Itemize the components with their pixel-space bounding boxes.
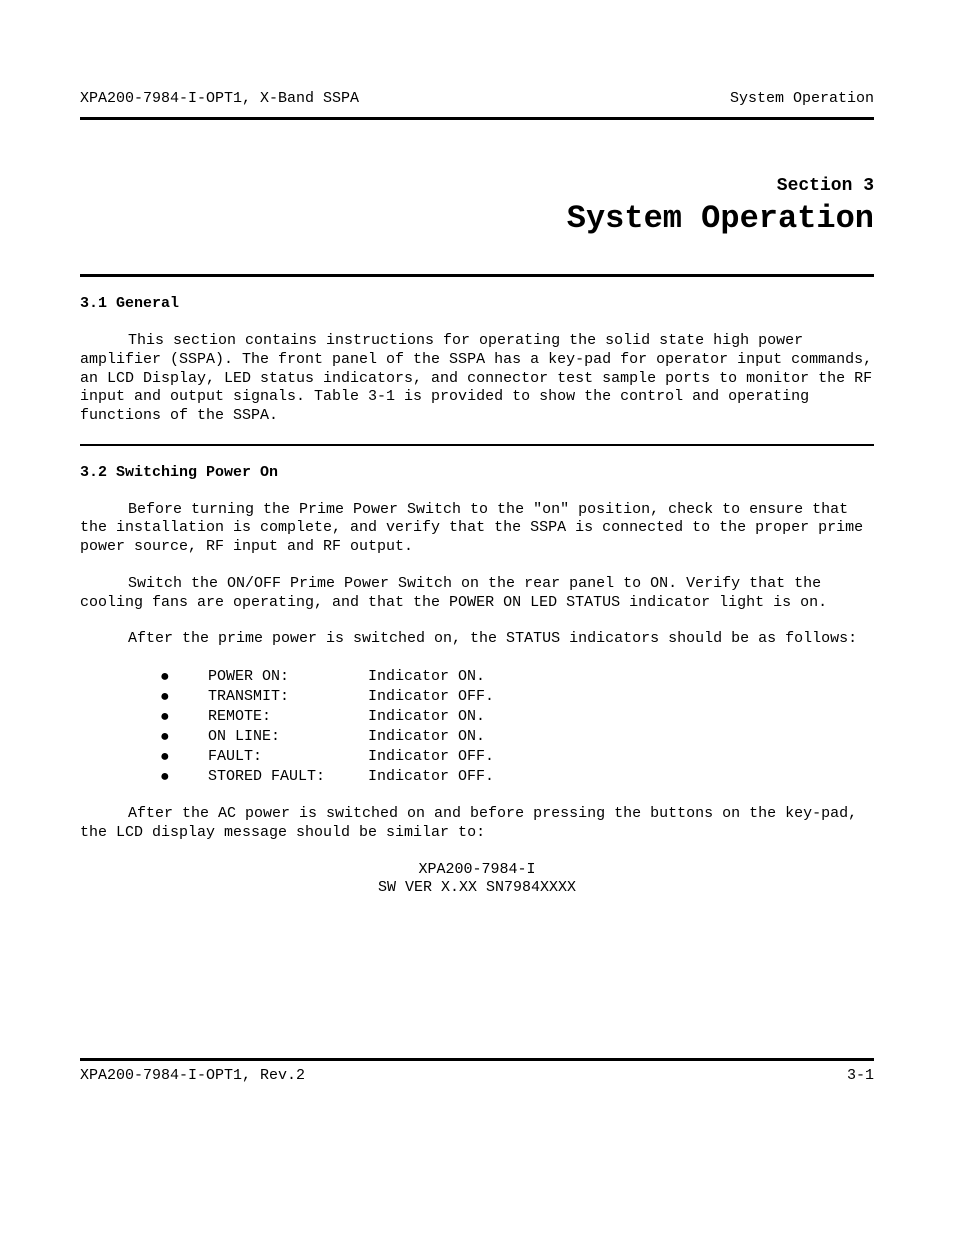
header-right: System Operation: [730, 90, 874, 109]
para-3-1-1: This section contains instructions for o…: [80, 332, 874, 426]
para-3-2-2: Switch the ON/OFF Prime Power Switch on …: [80, 575, 874, 613]
indicator-value: Indicator OFF.: [368, 768, 494, 787]
indicator-label: TRANSMIT:: [208, 688, 368, 707]
indicator-label: ON LINE:: [208, 728, 368, 747]
bullet-icon: ●: [160, 747, 208, 767]
page-header: XPA200-7984-I-OPT1, X-Band SSPA System O…: [80, 90, 874, 109]
page-footer: XPA200-7984-I-OPT1, Rev.2 3-1: [80, 1058, 874, 1086]
lcd-line-2: SW VER X.XX SN7984XXXX: [80, 879, 874, 898]
lcd-line-1: XPA200-7984-I: [80, 861, 874, 880]
indicator-value: Indicator ON.: [368, 668, 485, 687]
header-rule: [80, 117, 874, 120]
footer-rule: [80, 1058, 874, 1061]
subheading-3-2: 3.2 Switching Power On: [80, 464, 874, 483]
indicator-label: REMOTE:: [208, 708, 368, 727]
para-3-2-4: After the AC power is switched on and be…: [80, 805, 874, 843]
footer-left: XPA200-7984-I-OPT1, Rev.2: [80, 1067, 305, 1086]
subheading-3-1: 3.1 General: [80, 295, 874, 314]
para-3-2-1: Before turning the Prime Power Switch to…: [80, 501, 874, 557]
indicator-label: POWER ON:: [208, 668, 368, 687]
list-item: ● TRANSMIT: Indicator OFF.: [160, 687, 874, 707]
bullet-icon: ●: [160, 767, 208, 787]
section-label: Section 3: [80, 175, 874, 198]
section-rule: [80, 444, 874, 446]
indicator-value: Indicator OFF.: [368, 688, 494, 707]
header-left: XPA200-7984-I-OPT1, X-Band SSPA: [80, 90, 359, 109]
list-item: ● POWER ON: Indicator ON.: [160, 667, 874, 687]
para-3-2-3: After the prime power is switched on, th…: [80, 630, 874, 649]
bullet-icon: ●: [160, 667, 208, 687]
lcd-display-sample: XPA200-7984-I SW VER X.XX SN7984XXXX: [80, 861, 874, 899]
list-item: ● STORED FAULT: Indicator OFF.: [160, 767, 874, 787]
indicator-value: Indicator OFF.: [368, 748, 494, 767]
bullet-icon: ●: [160, 707, 208, 727]
footer-page-number: 3-1: [847, 1067, 874, 1086]
list-item: ● REMOTE: Indicator ON.: [160, 707, 874, 727]
title-rule: [80, 274, 874, 277]
list-item: ● ON LINE: Indicator ON.: [160, 727, 874, 747]
indicator-label: STORED FAULT:: [208, 768, 368, 787]
section-title: System Operation: [80, 199, 874, 239]
bullet-icon: ●: [160, 727, 208, 747]
indicator-list: ● POWER ON: Indicator ON. ● TRANSMIT: In…: [80, 667, 874, 787]
list-item: ● FAULT: Indicator OFF.: [160, 747, 874, 767]
bullet-icon: ●: [160, 687, 208, 707]
indicator-value: Indicator ON.: [368, 708, 485, 727]
indicator-value: Indicator ON.: [368, 728, 485, 747]
indicator-label: FAULT:: [208, 748, 368, 767]
